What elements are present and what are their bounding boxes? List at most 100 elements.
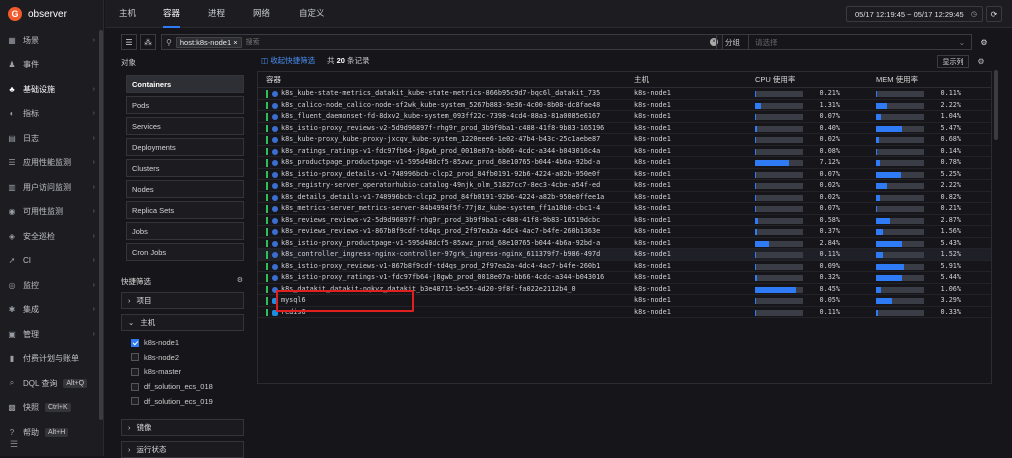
- table-row[interactable]: k8s_registry-server_operatorhubio-catalo…: [258, 180, 991, 192]
- container-name[interactable]: k8s_registry-server_operatorhubio-catalo…: [281, 180, 621, 192]
- table-row[interactable]: k8s_istio-proxy_reviews-v1-867b8f9cdf-td…: [258, 261, 991, 273]
- tab-container[interactable]: 容器: [163, 0, 180, 28]
- sidebar-item[interactable]: ▮付费计划与账单: [0, 347, 103, 372]
- checkbox[interactable]: [131, 353, 139, 361]
- chip-close-icon[interactable]: ×: [233, 38, 237, 47]
- container-name[interactable]: k8s_calico-node_calico-node-sf2wk_kube-s…: [281, 100, 621, 112]
- object-item[interactable]: Clusters: [126, 159, 244, 177]
- mem-usage-value: 5.43%: [931, 238, 961, 250]
- container-name[interactable]: k8s_istio-proxy_details-v1-748996bcb-clc…: [281, 169, 621, 181]
- collapse-quick-filter-link[interactable]: ◫ 收起快捷筛选: [261, 55, 315, 66]
- container-name[interactable]: k8s_productpage_productpage-v1-595d48dcf…: [281, 157, 621, 169]
- filter-group-image[interactable]: › 镜像: [121, 419, 244, 436]
- sidebar-item[interactable]: ◎监控›: [0, 273, 103, 298]
- table-row[interactable]: k8s_istio-proxy_ratings-v1-fdc97fb64-j8g…: [258, 272, 991, 284]
- sidebar-item[interactable]: ▥用户访问监测›: [0, 175, 103, 200]
- columns-button[interactable]: 显示列: [937, 55, 969, 68]
- filter-group-run-state[interactable]: › 运行状态: [121, 441, 244, 458]
- container-name[interactable]: k8s_kube-state-metrics_datakit_kube-stat…: [281, 88, 621, 100]
- topology-view-button[interactable]: ⁂: [140, 34, 156, 50]
- filter-group-project[interactable]: › 项目: [121, 292, 244, 309]
- sidebar-item[interactable]: ▤日志›: [0, 126, 103, 151]
- search-input[interactable]: ⚲ host:k8s-node1 × 搜索 ×: [161, 34, 723, 50]
- table-row[interactable]: k8s_fluent_daemonset-fd-8dxv2_kube-syste…: [258, 111, 991, 123]
- container-name[interactable]: k8s_controller_ingress-nginx-controller-…: [281, 249, 621, 261]
- app-logo[interactable]: G observer: [0, 0, 103, 28]
- time-range-picker[interactable]: 05/17 12:19:45 ~ 05/17 12:29:45 ◷: [846, 6, 983, 22]
- table-row[interactable]: k8s_reviews_reviews-v1-867b8f9cdf-td4qs_…: [258, 226, 991, 238]
- object-item[interactable]: Containers: [126, 75, 244, 93]
- container-name[interactable]: k8s_details_details-v1-748996bcb-clcp2_p…: [281, 192, 621, 204]
- container-name[interactable]: k8s_ratings_ratings-v1-fdc97fb64-j8gwb_p…: [281, 146, 621, 158]
- table-row[interactable]: k8s_productpage_productpage-v1-595d48dcf…: [258, 157, 991, 169]
- sidebar-item[interactable]: ▣管理›: [0, 322, 103, 347]
- table-row[interactable]: k8s_reviews_reviews-v2-5d9d96897f-rhg9r_…: [258, 215, 991, 227]
- table-row[interactable]: k8s_istio-proxy_details-v1-748996bcb-clc…: [258, 169, 991, 181]
- sidebar-item[interactable]: ◈安全巡检›: [0, 224, 103, 249]
- table-row[interactable]: k8s_controller_ingress-nginx-controller-…: [258, 249, 991, 261]
- container-name[interactable]: k8s_istio-proxy_reviews-v2-5d9d96897f-rh…: [281, 123, 621, 135]
- object-item[interactable]: Replica Sets: [126, 201, 244, 219]
- col-header-mem[interactable]: MEM 使用率: [876, 72, 918, 88]
- sidebar-item[interactable]: ♣基础设施›: [0, 77, 103, 102]
- object-item[interactable]: Services: [126, 117, 244, 135]
- table-row[interactable]: k8s_kube-proxy_kube-proxy-jxcqv_kube-sys…: [258, 134, 991, 146]
- sidebar-item[interactable]: ☰应用性能监测›: [0, 151, 103, 176]
- object-item[interactable]: Pods: [126, 96, 244, 114]
- col-header-container[interactable]: 容器: [266, 72, 281, 88]
- sidebar-item[interactable]: ▦场景›: [0, 28, 103, 53]
- table-row[interactable]: k8s_istio-proxy_productpage-v1-595d48dcf…: [258, 238, 991, 250]
- refresh-button[interactable]: ⟳: [986, 6, 1002, 22]
- settings-button[interactable]: ⚙: [976, 34, 992, 50]
- table-row[interactable]: k8s_istio-proxy_reviews-v2-5d9d96897f-rh…: [258, 123, 991, 135]
- filter-group-host[interactable]: ⌄ 主机: [121, 314, 244, 331]
- object-item[interactable]: Jobs: [126, 222, 244, 240]
- container-name[interactable]: k8s_istio-proxy_ratings-v1-fdc97fb64-j8g…: [281, 272, 621, 284]
- sidebar-item[interactable]: ♟事件: [0, 53, 103, 78]
- object-item[interactable]: Nodes: [126, 180, 244, 198]
- table-gear-icon[interactable]: ⚙: [974, 55, 988, 68]
- container-name[interactable]: k8s_istio-proxy_productpage-v1-595d48dcf…: [281, 238, 621, 250]
- sidebar-item[interactable]: ⌕DQL 查询Alt+Q: [0, 371, 103, 396]
- host-option[interactable]: k8s-node2: [131, 353, 179, 362]
- table-row[interactable]: k8s_ratings_ratings-v1-fdc97fb64-j8gwb_p…: [258, 146, 991, 158]
- tab-process[interactable]: 进程: [208, 0, 225, 28]
- checkbox[interactable]: [131, 368, 139, 376]
- sidebar-item[interactable]: ◉可用性监测›: [0, 200, 103, 225]
- sidebar-item[interactable]: ➚CI›: [0, 249, 103, 274]
- host-option[interactable]: k8s-node1: [131, 338, 179, 347]
- table-row[interactable]: k8s_kube-state-metrics_datakit_kube-stat…: [258, 88, 991, 100]
- col-header-cpu[interactable]: CPU 使用率: [755, 72, 795, 88]
- container-name[interactable]: k8s_reviews_reviews-v2-5d9d96897f-rhg9r_…: [281, 215, 621, 227]
- container-name[interactable]: k8s_istio-proxy_reviews-v1-867b8f9cdf-td…: [281, 261, 621, 273]
- table-row[interactable]: k8s_details_details-v1-748996bcb-clcp2_p…: [258, 192, 991, 204]
- list-view-button[interactable]: ☰: [121, 34, 137, 50]
- col-header-host[interactable]: 主机: [634, 72, 649, 88]
- tab-network[interactable]: 网络: [253, 0, 270, 28]
- host-option[interactable]: df_solution_ecs_019: [131, 397, 213, 406]
- object-item[interactable]: Cron Jobs: [126, 243, 244, 261]
- group-select[interactable]: 分组 请选择 ⌄: [716, 34, 972, 50]
- table-row[interactable]: k8s_metrics-server_metrics-server-84b499…: [258, 203, 991, 215]
- sidebar-item[interactable]: ▩快照Ctrl+K: [0, 396, 103, 421]
- table-row[interactable]: k8s_calico-node_calico-node-sf2wk_kube-s…: [258, 100, 991, 112]
- sidebar-item[interactable]: ◐指标›: [0, 102, 103, 127]
- sidebar-item[interactable]: ✱集成›: [0, 298, 103, 323]
- container-name[interactable]: k8s_kube-proxy_kube-proxy-jxcqv_kube-sys…: [281, 134, 621, 146]
- collapse-sidebar-icon[interactable]: ☰: [10, 439, 18, 450]
- container-name[interactable]: k8s_metrics-server_metrics-server-84b499…: [281, 203, 621, 215]
- host-option[interactable]: df_solution_ecs_018: [131, 382, 213, 391]
- checkbox[interactable]: [131, 383, 139, 391]
- quick-filter-gear-icon[interactable]: ⚙: [237, 276, 243, 284]
- checkbox[interactable]: [131, 397, 139, 405]
- host-option[interactable]: k8s-master: [131, 367, 181, 376]
- tab-custom[interactable]: 自定义: [299, 0, 325, 28]
- tab-host[interactable]: 主机: [119, 0, 136, 28]
- checkbox[interactable]: [131, 339, 139, 347]
- object-item[interactable]: Deployments: [126, 138, 244, 156]
- container-name[interactable]: k8s_reviews_reviews-v1-867b8f9cdf-td4qs_…: [281, 226, 621, 238]
- filter-chip[interactable]: host:k8s-node1 ×: [176, 37, 242, 48]
- sidebar-scrollbar[interactable]: [99, 30, 103, 420]
- table-scrollbar[interactable]: [994, 70, 998, 140]
- container-name[interactable]: k8s_fluent_daemonset-fd-8dxv2_kube-syste…: [281, 111, 621, 123]
